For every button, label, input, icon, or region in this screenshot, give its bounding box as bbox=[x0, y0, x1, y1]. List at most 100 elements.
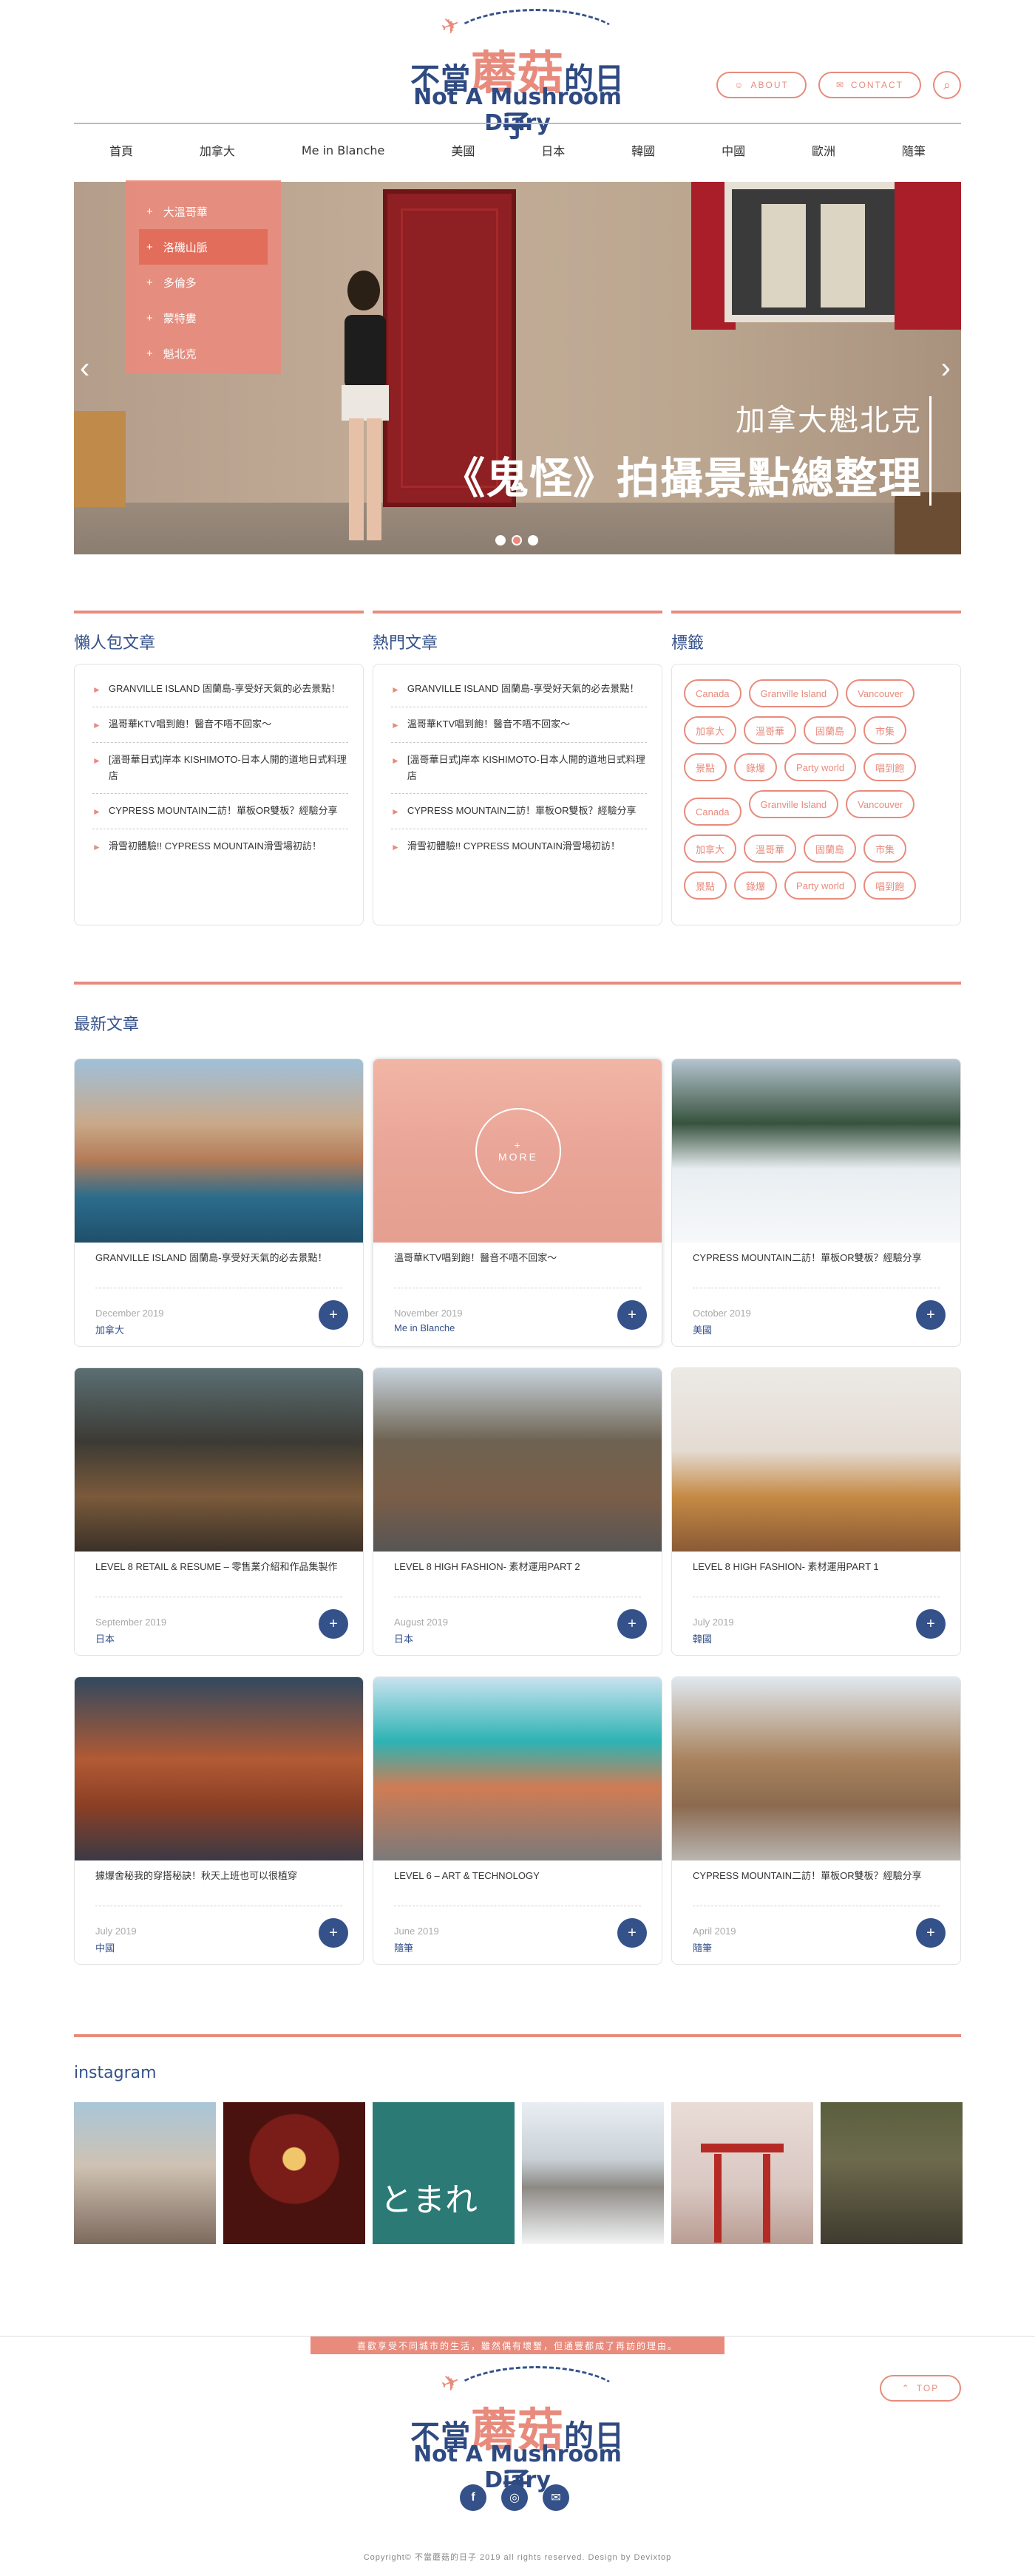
nav-item-japan[interactable]: 日本 bbox=[541, 141, 565, 159]
article-card[interactable]: LEVEL 8 HIGH FASHION- 素材運用PART 1 July 201… bbox=[671, 1367, 961, 1656]
article-card[interactable]: + MORE 溫哥華KTV唱到飽！醫音不唔不回家～ November 2019 Me i… bbox=[373, 1058, 662, 1347]
list-item[interactable]: ► [溫哥華日式]岸本 KISHIMOTO-日本人開的道地日式料理店 bbox=[391, 743, 647, 794]
mail-icon[interactable]: ✉ bbox=[543, 2484, 569, 2511]
instagram-icon[interactable]: ◎ bbox=[501, 2484, 528, 2511]
list-item[interactable]: ► CYPRESS MOUNTAIN二訪！單板OR雙板？經驗分享 bbox=[391, 794, 647, 829]
read-more-button[interactable]: + bbox=[319, 1918, 348, 1948]
article-thumbnail[interactable] bbox=[75, 1677, 363, 1860]
tag-chip[interactable]: Party world bbox=[784, 871, 857, 900]
about-button[interactable]: ☺ ABOUT bbox=[716, 72, 807, 98]
article-title[interactable]: GRANVILLE ISLAND 固蘭島-享受好天氣的必去景點！ bbox=[95, 1243, 342, 1288]
tag-chip[interactable]: Party world bbox=[784, 753, 857, 781]
tag-chip[interactable]: 加拿大 bbox=[684, 716, 737, 744]
article-card[interactable]: LEVEL 6 – ART & TECHNOLOGY June 2019 隨筆 + bbox=[373, 1676, 662, 1965]
chevron-left-icon[interactable]: ‹ bbox=[80, 352, 89, 385]
read-more-button[interactable]: + bbox=[319, 1609, 348, 1639]
article-title[interactable]: 據爆舍秘我的穿搭秘訣！秋天上班也可以很植穿 bbox=[95, 1860, 342, 1906]
article-title[interactable]: LEVEL 8 HIGH FASHION- 素材運用PART 1 bbox=[693, 1552, 940, 1597]
article-card[interactable]: LEVEL 8 HIGH FASHION- 素材運用PART 2 August 2… bbox=[373, 1367, 662, 1656]
article-thumbnail[interactable] bbox=[75, 1059, 363, 1243]
more-button[interactable]: + MORE bbox=[475, 1108, 561, 1194]
tag-chip[interactable]: 固蘭島 bbox=[804, 716, 857, 744]
article-title[interactable]: LEVEL 8 HIGH FASHION- 素材運用PART 2 bbox=[394, 1552, 641, 1597]
article-thumbnail[interactable]: + MORE bbox=[373, 1059, 662, 1243]
dropdown-item-quebec[interactable]: + 魁北克 bbox=[139, 336, 268, 371]
article-category[interactable]: 加拿大 bbox=[95, 1322, 124, 1336]
tag-chip[interactable]: 溫哥華 bbox=[744, 835, 797, 863]
article-category[interactable]: Me in Blanche bbox=[394, 1322, 455, 1333]
nav-item-essays[interactable]: 隨筆 bbox=[902, 141, 926, 159]
tag-chip[interactable]: Canada bbox=[684, 798, 742, 826]
tag-chip[interactable]: 市集 bbox=[863, 835, 907, 863]
list-item[interactable]: ► 滑雪初體驗!! CYPRESS MOUNTAIN滑雪場初訪！ bbox=[391, 829, 647, 864]
contact-button[interactable]: ✉ CONTACT bbox=[818, 72, 921, 98]
article-card[interactable]: GRANVILLE ISLAND 固蘭島-享受好天氣的必去景點！ December… bbox=[74, 1058, 364, 1347]
tag-chip[interactable]: 固蘭島 bbox=[804, 835, 857, 863]
article-title[interactable]: CYPRESS MOUNTAIN二訪！單板OR雙板？經驗分享 bbox=[693, 1860, 940, 1906]
tag-chip[interactable]: 景點 bbox=[684, 753, 727, 781]
list-item[interactable]: ► GRANVILLE ISLAND 固蘭島-享受好天氣的必去景點！ bbox=[391, 672, 647, 707]
tag-chip[interactable]: Granville Island bbox=[748, 679, 839, 707]
article-thumbnail[interactable] bbox=[672, 1677, 960, 1860]
slider-dot-active[interactable] bbox=[512, 535, 522, 546]
instagram-photo[interactable] bbox=[671, 2102, 813, 2244]
tag-chip[interactable]: Vancouver bbox=[846, 790, 915, 818]
nav-item-home[interactable]: 首頁 bbox=[109, 141, 133, 159]
dropdown-item-rockies[interactable]: + 洛磯山脈 bbox=[139, 229, 268, 265]
instagram-photo[interactable] bbox=[223, 2102, 365, 2244]
article-category[interactable]: 隨筆 bbox=[394, 1940, 413, 1954]
tag-chip[interactable]: 錄爆 bbox=[734, 753, 778, 781]
hero-caption[interactable]: 加拿大魁北克 《鬼怪》拍攝景點總整理 bbox=[442, 396, 932, 506]
nav-item-korea[interactable]: 韓國 bbox=[631, 141, 655, 159]
article-category[interactable]: 日本 bbox=[394, 1631, 413, 1645]
read-more-button[interactable]: + bbox=[916, 1609, 946, 1639]
read-more-button[interactable]: + bbox=[617, 1918, 647, 1948]
tag-chip[interactable]: 錄爆 bbox=[734, 871, 778, 900]
article-thumbnail[interactable] bbox=[373, 1368, 662, 1552]
tag-chip[interactable]: Canada bbox=[684, 679, 742, 707]
article-title[interactable]: LEVEL 6 – ART & TECHNOLOGY bbox=[394, 1860, 641, 1906]
facebook-icon[interactable]: f bbox=[460, 2484, 486, 2511]
tag-chip[interactable]: Granville Island bbox=[748, 790, 839, 818]
tag-chip[interactable]: Vancouver bbox=[846, 679, 915, 707]
article-card[interactable]: CYPRESS MOUNTAIN二訪！單板OR雙板？經驗分享 October 20… bbox=[671, 1058, 961, 1347]
dropdown-item-toronto[interactable]: + 多倫多 bbox=[139, 265, 268, 300]
list-item[interactable]: ► GRANVILLE ISLAND 固蘭島-享受好天氣的必去景點！ bbox=[92, 672, 348, 707]
tag-chip[interactable]: 唱到飽 bbox=[863, 871, 917, 900]
slider-dot[interactable] bbox=[528, 535, 538, 546]
list-item[interactable]: ► [溫哥華日式]岸本 KISHIMOTO-日本人開的道地日式料理店 bbox=[92, 743, 348, 794]
tag-chip[interactable]: 溫哥華 bbox=[744, 716, 797, 744]
site-logo[interactable]: ✈ 不當蘑菇的日子 Not A Mushroom Diary bbox=[396, 7, 639, 143]
read-more-button[interactable]: + bbox=[617, 1609, 647, 1639]
tag-chip[interactable]: 市集 bbox=[863, 716, 907, 744]
search-button[interactable]: ⌕ bbox=[933, 71, 961, 99]
article-card[interactable]: CYPRESS MOUNTAIN二訪！單板OR雙板？經驗分享 April 2019… bbox=[671, 1676, 961, 1965]
instagram-photo[interactable] bbox=[74, 2102, 216, 2244]
nav-item-usa[interactable]: 美國 bbox=[451, 141, 475, 159]
list-item[interactable]: ► 溫哥華KTV唱到飽！醫音不唔不回家～ bbox=[92, 707, 348, 743]
list-item[interactable]: ► 溫哥華KTV唱到飽！醫音不唔不回家～ bbox=[391, 707, 647, 743]
dropdown-item-montreal[interactable]: + 蒙特婁 bbox=[139, 300, 268, 336]
tag-chip[interactable]: 唱到飽 bbox=[863, 753, 917, 781]
article-thumbnail[interactable] bbox=[672, 1368, 960, 1552]
instagram-photo[interactable] bbox=[821, 2102, 963, 2244]
read-more-button[interactable]: + bbox=[916, 1918, 946, 1948]
dropdown-item-vancouver[interactable]: + 大溫哥華 bbox=[139, 194, 268, 229]
article-thumbnail[interactable] bbox=[672, 1059, 960, 1243]
footer-logo[interactable]: ✈ 不當蘑菇的日子 Not A Mushroom Diary bbox=[396, 2365, 639, 2501]
article-card[interactable]: LEVEL 8 RETAIL & RESUME – 零售業介紹和作品集製作 Sep… bbox=[74, 1367, 364, 1656]
article-category[interactable]: 美國 bbox=[693, 1322, 712, 1336]
article-title[interactable]: LEVEL 8 RETAIL & RESUME – 零售業介紹和作品集製作 bbox=[95, 1552, 342, 1597]
instagram-photo[interactable]: とまれ bbox=[373, 2102, 515, 2244]
nav-item-canada[interactable]: 加拿大 bbox=[200, 141, 235, 159]
article-category[interactable]: 中國 bbox=[95, 1940, 115, 1954]
instagram-photo[interactable] bbox=[522, 2102, 664, 2244]
nav-item-china[interactable]: 中國 bbox=[722, 141, 745, 159]
nav-item-me-in-blanche[interactable]: Me in Blanche bbox=[302, 143, 385, 157]
read-more-button[interactable]: + bbox=[916, 1300, 946, 1330]
list-item[interactable]: ► CYPRESS MOUNTAIN二訪！單板OR雙板？經驗分享 bbox=[92, 794, 348, 829]
slider-dot[interactable] bbox=[495, 535, 506, 546]
list-item[interactable]: ► 滑雪初體驗!! CYPRESS MOUNTAIN滑雪場初訪！ bbox=[92, 829, 348, 864]
chevron-right-icon[interactable]: › bbox=[941, 352, 951, 385]
article-category[interactable]: 韓國 bbox=[693, 1631, 712, 1645]
